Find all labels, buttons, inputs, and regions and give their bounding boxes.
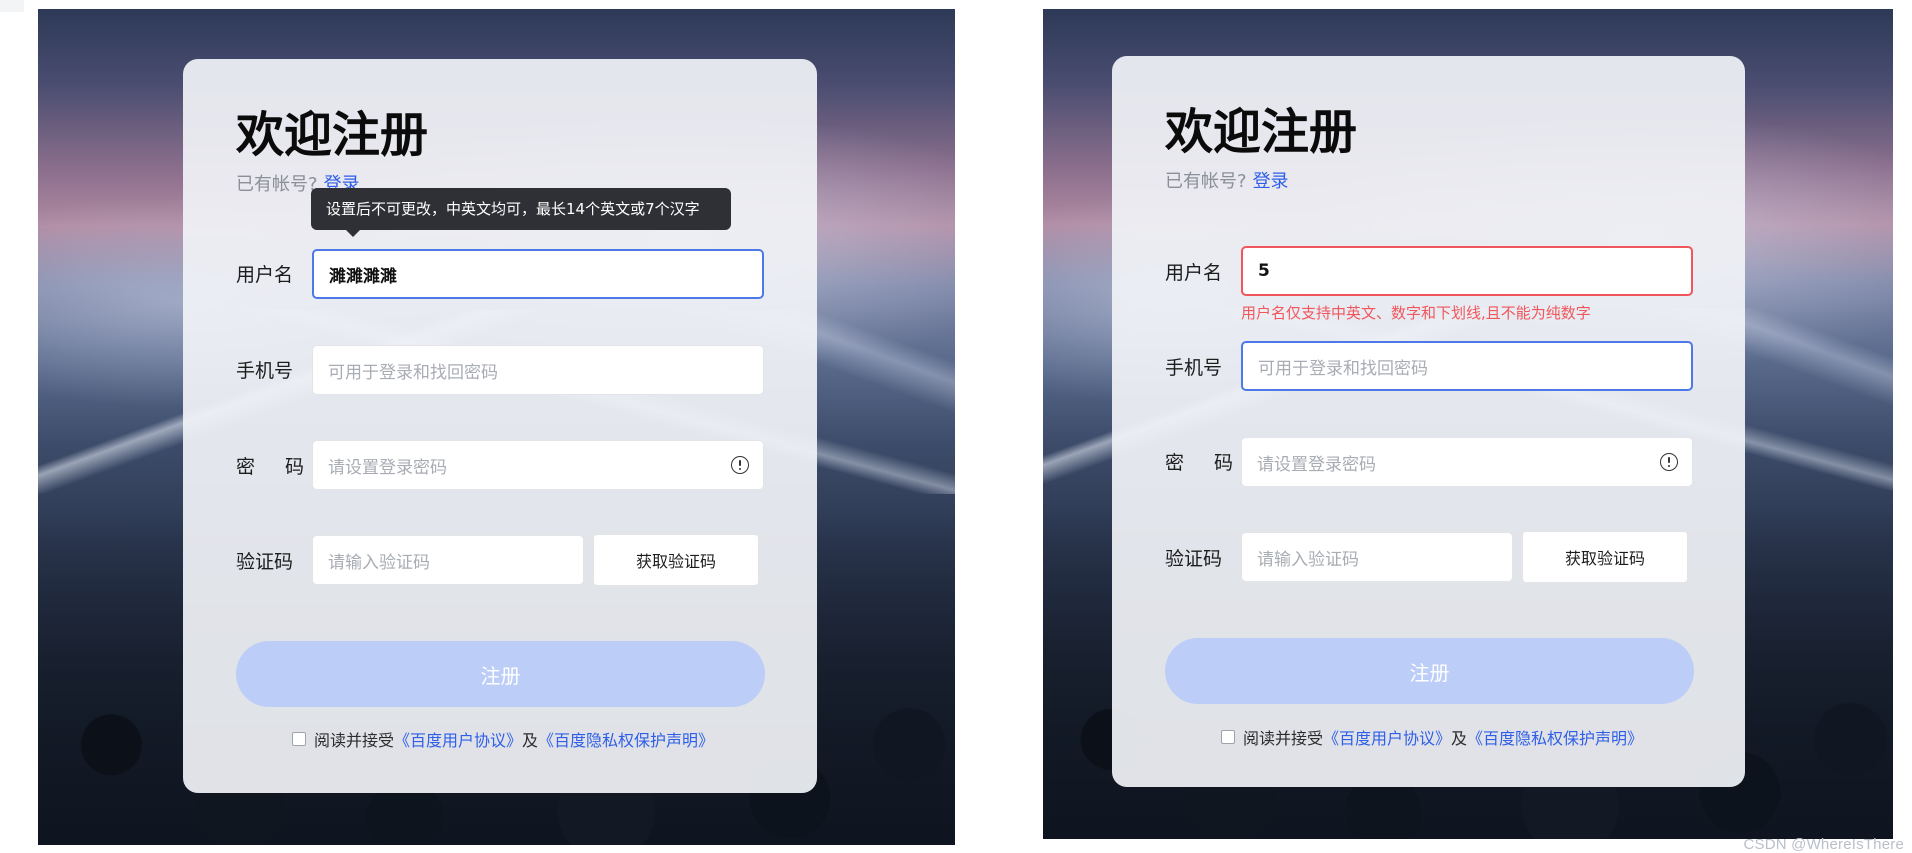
phone-input[interactable]: 可用于登录和找回密码 [1241,341,1693,391]
get-code-button[interactable]: 获取验证码 [593,534,759,586]
page-title: 欢迎注册 [1165,104,1358,160]
user-agreement-link[interactable]: 《百度用户协议》 [394,727,522,751]
have-account-label: 已有帐号? [1165,171,1247,192]
password-label: 密 码 [236,456,317,478]
agree-prefix: 阅读并接受 [314,731,395,750]
corner-mark [0,0,24,12]
code-input[interactable]: 请输入验证码 [1241,532,1513,582]
login-link[interactable]: 登录 [1253,171,1289,192]
register-button[interactable]: 注册 [236,641,765,707]
register-card-left: 欢迎注册 已有帐号? 登录 设置后不可更改，中英文均可，最长14个英文或7个汉字 … [183,59,817,793]
password-input[interactable]: 请设置登录密码 [312,440,764,490]
username-label: 用户名 [236,264,294,286]
code-input[interactable]: 请输入验证码 [312,535,584,585]
privacy-policy-link[interactable]: 《百度隐私权保护声明》 [538,727,714,751]
username-tooltip: 设置后不可更改，中英文均可，最长14个英文或7个汉字 [311,188,731,237]
username-label: 用户名 [1165,262,1223,284]
password-input[interactable]: 请设置登录密码 [1241,437,1693,487]
register-card-right: 欢迎注册 已有帐号? 登录 用户名 5 用户名仅支持中英文、数字和下划线,且不能为… [1112,56,1745,787]
have-account-text: 已有帐号? 登录 [1165,169,1289,195]
agree-prefix: 阅读并接受 [1243,729,1324,748]
page-title: 欢迎注册 [236,107,429,163]
agree-checkbox[interactable] [1221,730,1235,744]
code-placeholder: 请输入验证码 [1257,549,1359,570]
phone-placeholder: 可用于登录和找回密码 [328,362,498,383]
agree-mid: 及 [1451,729,1468,748]
watermark: CSDN @WhereIsThere [1743,836,1904,853]
register-button[interactable]: 注册 [1165,638,1694,704]
info-circle-icon[interactable] [731,456,749,474]
phone-input[interactable]: 可用于登录和找回密码 [312,345,764,395]
user-agreement-link[interactable]: 《百度用户协议》 [1323,725,1451,749]
phone-label: 手机号 [236,360,294,382]
agreement-row: 阅读并接受 《百度用户协议》 及 《百度隐私权保护声明》 [292,727,714,751]
username-value: 濉濉濉濉 [329,266,397,287]
phone-placeholder: 可用于登录和找回密码 [1258,358,1428,379]
info-circle-icon[interactable] [1660,453,1678,471]
password-label: 密 码 [1165,452,1246,474]
have-account-label: 已有帐号? [236,174,318,195]
privacy-policy-link[interactable]: 《百度隐私权保护声明》 [1467,725,1643,749]
agree-mid: 及 [522,731,539,750]
get-code-button[interactable]: 获取验证码 [1522,531,1688,583]
code-label: 验证码 [1165,548,1223,570]
code-label: 验证码 [236,551,294,573]
phone-label: 手机号 [1165,357,1223,379]
username-error-message: 用户名仅支持中英文、数字和下划线,且不能为纯数字 [1241,304,1591,322]
username-value: 5 [1258,261,1270,281]
username-input[interactable]: 濉濉濉濉 [312,249,764,299]
code-placeholder: 请输入验证码 [328,552,430,573]
password-placeholder: 请设置登录密码 [328,457,447,478]
username-input[interactable]: 5 [1241,246,1693,296]
agreement-row: 阅读并接受 《百度用户协议》 及 《百度隐私权保护声明》 [1221,725,1643,749]
password-placeholder: 请设置登录密码 [1257,454,1376,475]
agree-checkbox[interactable] [292,732,306,746]
